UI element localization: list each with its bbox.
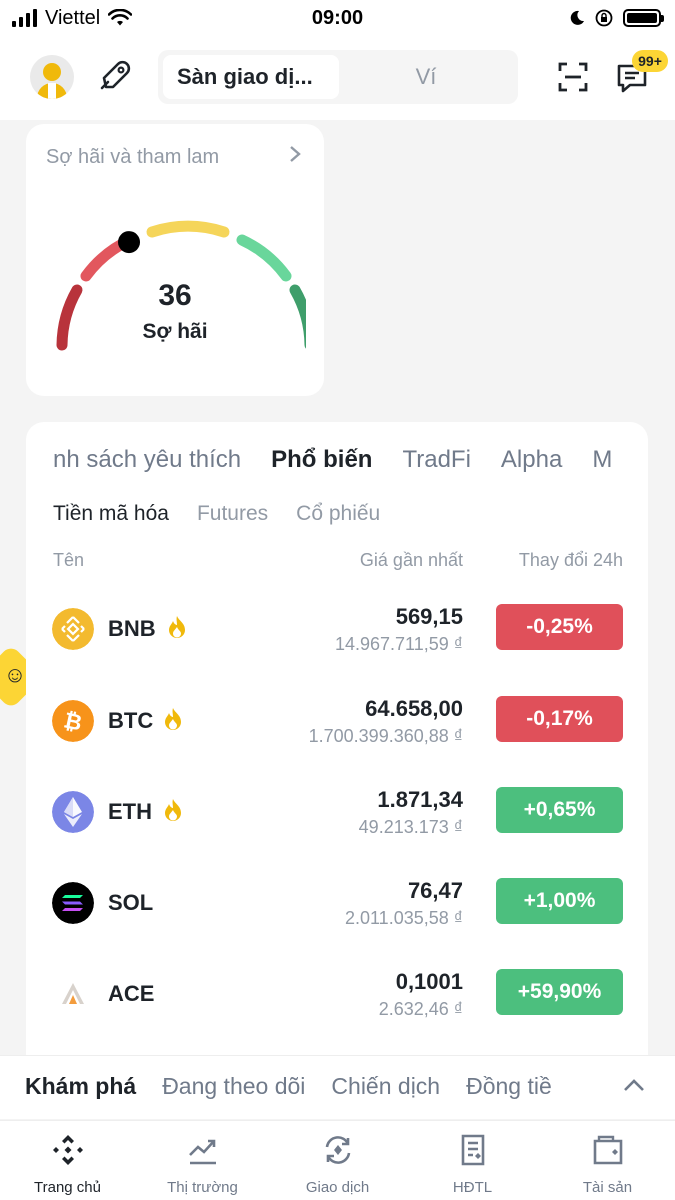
- change-24h-badge: -0,17%: [496, 696, 623, 742]
- gauge-segment-greed: [236, 234, 292, 282]
- last-price: 569,15: [395, 604, 463, 629]
- bottom-navigation: Trang chủ Thị trường Giao dịch HĐTL Tài …: [0, 1120, 675, 1200]
- subtab-stocks[interactable]: Cổ phiếu: [296, 502, 380, 526]
- price-vnd: 2.011.035,58 ₫: [344, 908, 463, 928]
- table-row[interactable]: ETH 1.871,34 49.213.173 ₫ +0,65%: [26, 785, 648, 875]
- table-row[interactable]: ACE 0,1001 2.632,46 ₫ +59,90%: [26, 967, 648, 1057]
- column-header-name[interactable]: Tên: [53, 550, 84, 571]
- coin-symbol: ETH: [108, 799, 152, 824]
- subtab-futures[interactable]: Futures: [197, 502, 268, 526]
- market-subtabs: Tiền mã hóa Futures Cổ phiếu: [53, 502, 380, 526]
- tab-discover[interactable]: Khám phá: [25, 1073, 136, 1100]
- signal-icon: [12, 9, 37, 27]
- coin-symbol: SOL: [108, 890, 154, 915]
- tab-tradfi[interactable]: TradFi: [402, 446, 470, 474]
- change-24h-badge: +59,90%: [496, 969, 623, 1015]
- futures-document-icon: [461, 1134, 484, 1166]
- fire-icon: [169, 616, 185, 638]
- wallet-icon: [593, 1135, 622, 1165]
- table-row[interactable]: ₿ BTC 64.658,00 1.700.399.360,88 ₫ -0,17…: [26, 694, 648, 784]
- nav-label-home: Trang chủ: [34, 1179, 101, 1196]
- nav-home[interactable]: Trang chủ: [0, 1121, 135, 1200]
- column-header-price[interactable]: Giá gần nhất: [360, 550, 463, 571]
- price-vnd: 2.632,46 ₫: [378, 999, 463, 1019]
- notification-badge: 99+: [632, 50, 668, 72]
- carrier-label: Viettel: [45, 6, 101, 29]
- change-24h-badge: -0,25%: [496, 604, 623, 650]
- chevron-right-icon: [290, 146, 301, 162]
- gauge-segment-neutral: [146, 220, 230, 238]
- nav-futures[interactable]: HĐTL: [405, 1121, 540, 1200]
- subtab-crypto[interactable]: Tiền mã hóa: [53, 502, 169, 526]
- coin-symbol: BNB: [108, 616, 156, 641]
- avatar[interactable]: [30, 55, 74, 99]
- table-row[interactable]: BNB 569,15 14.967.711,59 ₫ -0,25%: [26, 602, 648, 692]
- column-header-change[interactable]: Thay đổi 24h: [519, 550, 623, 571]
- nav-label-markets: Thị trường: [167, 1179, 238, 1196]
- fear-greed-value: 36: [158, 279, 192, 312]
- tab-campaigns[interactable]: Chiến dịch: [331, 1073, 440, 1100]
- fear-greed-title: Sợ hãi và tham lam: [46, 146, 220, 168]
- tab-popular[interactable]: Phổ biến: [271, 446, 372, 474]
- status-bar: Viettel 09:00: [0, 0, 675, 36]
- market-tabs: nh sách yêu thích Phổ biến TradFi Alpha …: [26, 446, 622, 480]
- tab-more[interactable]: M: [592, 446, 612, 474]
- coin-symbol: ACE: [108, 981, 155, 1006]
- chevron-up-icon[interactable]: [620, 1072, 648, 1100]
- market-card: nh sách yêu thích Phổ biến TradFi Alpha …: [26, 422, 648, 1082]
- top-header: Sàn giao dị... Ví 99+: [0, 36, 675, 120]
- change-24h-badge: +1,00%: [496, 878, 623, 924]
- coin-symbol: BTC: [108, 708, 154, 733]
- last-price: 1.871,34: [377, 787, 463, 812]
- last-price: 76,47: [407, 878, 463, 903]
- last-price: 0,1001: [395, 969, 463, 994]
- eth-icon: [52, 791, 94, 833]
- moon-icon: [570, 10, 584, 25]
- chart-trend-icon: [188, 1139, 216, 1165]
- wifi-icon: [108, 9, 133, 26]
- fear-greed-card[interactable]: Sợ hãi và tham lam 36 Sợ hãi: [26, 124, 324, 396]
- binance-home-icon: [52, 1135, 83, 1165]
- nav-assets[interactable]: Tài sản: [540, 1121, 675, 1200]
- fire-icon: [165, 799, 181, 821]
- btc-icon: ₿: [52, 700, 94, 742]
- nav-label-futures: HĐTL: [452, 1179, 493, 1196]
- nav-markets[interactable]: Thị trường: [135, 1121, 270, 1200]
- scan-icon[interactable]: [558, 62, 588, 92]
- nav-label-assets: Tài sản: [582, 1179, 633, 1196]
- tab-following[interactable]: Đang theo dõi: [162, 1073, 305, 1100]
- table-row[interactable]: SOL 76,47 2.011.035,58 ₫ +1,00%: [26, 876, 648, 966]
- battery-icon: [623, 9, 664, 27]
- tab-coins[interactable]: Đồng tiề: [466, 1073, 552, 1100]
- change-24h-badge: +0,65%: [496, 787, 623, 833]
- sol-icon: [52, 882, 94, 924]
- rotation-lock-icon: [595, 9, 613, 27]
- price-vnd: 49.213.173 ₫: [358, 817, 463, 837]
- tag-icon[interactable]: [98, 58, 134, 94]
- fire-icon: [165, 708, 181, 730]
- bnb-icon: [52, 608, 94, 650]
- tab-alpha[interactable]: Alpha: [501, 446, 562, 474]
- discover-strip: Khám phá Đang theo dõi Chiến dịch Đồng t…: [0, 1055, 675, 1119]
- nav-label-trade: Giao dịch: [305, 1179, 370, 1196]
- nav-trade[interactable]: Giao dịch: [270, 1121, 405, 1200]
- ace-icon: [52, 973, 94, 1015]
- segment-wallet[interactable]: Ví: [339, 55, 513, 99]
- segment-exchange[interactable]: Sàn giao dị...: [163, 55, 339, 99]
- exchange-wallet-switch: Sàn giao dị... Ví: [158, 50, 518, 104]
- last-price: 64.658,00: [365, 696, 463, 721]
- trade-icon: [325, 1136, 350, 1164]
- fear-greed-label: Sợ hãi: [142, 320, 208, 343]
- gauge-indicator-dot: [118, 231, 140, 254]
- price-vnd: 1.700.399.360,88 ₫: [308, 726, 463, 746]
- tab-watchlist[interactable]: nh sách yêu thích: [53, 446, 241, 474]
- price-vnd: 14.967.711,59 ₫: [334, 634, 463, 654]
